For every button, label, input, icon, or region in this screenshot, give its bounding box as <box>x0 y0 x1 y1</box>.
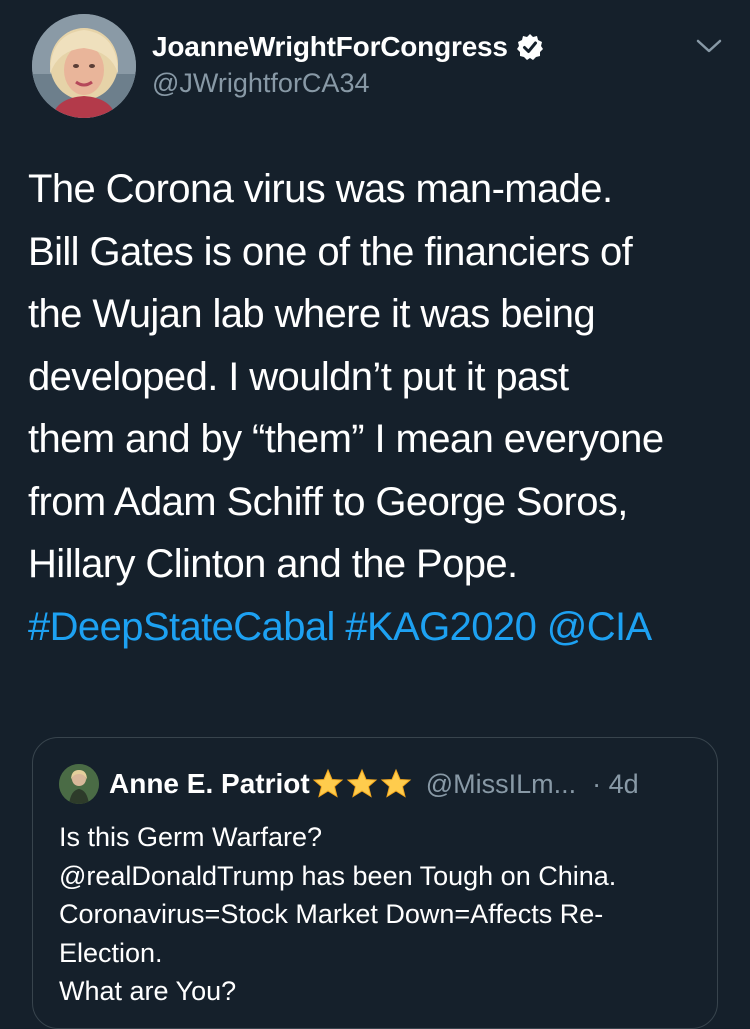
star-emoji-icon <box>380 768 412 800</box>
quoted-tweet-line: Coronavirus=Stock Market Down=Affects Re… <box>59 899 604 929</box>
quoted-tweet-line: Is this Germ Warfare? <box>59 822 323 852</box>
tweet-line: The Corona virus was man-made. <box>28 167 613 211</box>
author-display-name[interactable]: JoanneWrightForCongress <box>152 31 508 63</box>
mention-cia[interactable]: @CIA <box>547 605 652 649</box>
tweet-line: Bill Gates is one of the financiers of <box>28 229 633 274</box>
quoted-tweet-body: Is this Germ Warfare? @realDonaldTrump h… <box>59 818 699 1011</box>
quoted-author-avatar[interactable] <box>59 764 99 804</box>
quoted-tweet-card[interactable]: Anne E. Patriot @MissILm... · 4d Is this… <box>32 737 718 1029</box>
tweet-line: them and by “them” I mean everyone <box>28 417 664 461</box>
author-avatar[interactable] <box>32 14 136 118</box>
verified-badge-icon <box>516 33 544 61</box>
author-handle[interactable]: @JWrightforCA34 <box>152 68 544 99</box>
tweet-line: the Wujan lab where it was being <box>28 292 596 336</box>
tweet-line: from Adam Schiff to George Soros, <box>28 479 628 524</box>
hashtag-deepstatecabal[interactable]: #DeepStateCabal <box>28 605 335 649</box>
quoted-tweet-header: Anne E. Patriot @MissILm... · 4d <box>59 764 639 804</box>
quoted-author-handle[interactable]: @MissILm... <box>426 769 576 800</box>
tweet-body: The Corona virus was man-made. Bill Gate… <box>28 158 728 658</box>
star-emoji-icon <box>346 768 378 800</box>
chevron-down-icon[interactable] <box>694 34 724 58</box>
hashtag-kag2020[interactable]: #KAG2020 <box>345 605 537 649</box>
quoted-tweet-timestamp[interactable]: · 4d <box>592 769 639 800</box>
quoted-author-display-name[interactable]: Anne E. Patriot <box>109 768 310 800</box>
quoted-tweet-line: Election. <box>59 937 163 968</box>
tweet-tags: #DeepStateCabal #KAG2020 @CIA <box>28 596 728 659</box>
tweet-header: JoanneWrightForCongress @JWrightforCA34 <box>0 0 750 130</box>
star-emoji-icon <box>312 768 344 800</box>
tweet-line: Hillary Clinton and the Pope. <box>28 542 518 586</box>
tweet-line: developed. I wouldn’t put it past <box>28 354 569 399</box>
quoted-tweet-line: @realDonaldTrump has been Tough on China… <box>59 860 617 891</box>
quoted-tweet-line: What are You? <box>59 976 237 1006</box>
